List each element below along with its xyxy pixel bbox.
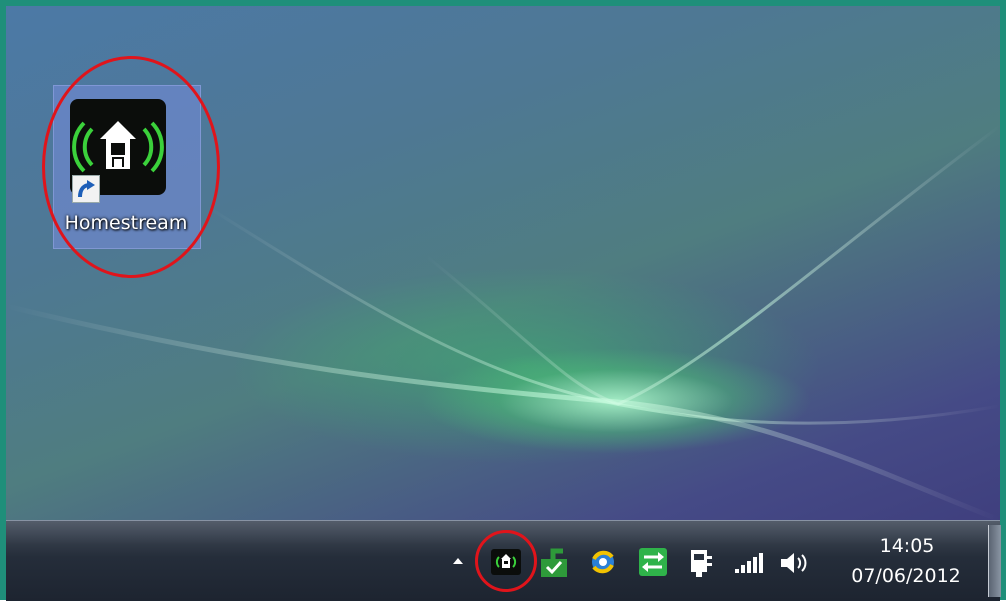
- chevron-up-icon[interactable]: [450, 553, 466, 569]
- desktop[interactable]: Homestream: [6, 6, 1000, 520]
- taskbar[interactable]: 14:05 07/06/2012: [6, 520, 1001, 601]
- annotation-circle-desktop: [42, 56, 220, 278]
- show-desktop-button[interactable]: [988, 525, 1001, 597]
- clock-date[interactable]: 07/06/2012: [838, 565, 974, 587]
- sync-icon[interactable]: [586, 547, 620, 577]
- screenshot-frame: Homestream 14:05 07/06/2012: [0, 0, 1006, 601]
- network-check-icon[interactable]: [539, 545, 573, 579]
- power-plug-icon[interactable]: [687, 546, 717, 578]
- transfer-arrows-icon[interactable]: [638, 547, 668, 577]
- speaker-volume-icon[interactable]: [778, 549, 812, 577]
- signal-bars-icon[interactable]: [733, 551, 765, 575]
- clock-time[interactable]: 14:05: [862, 535, 952, 557]
- annotation-circle-tray: [475, 530, 537, 592]
